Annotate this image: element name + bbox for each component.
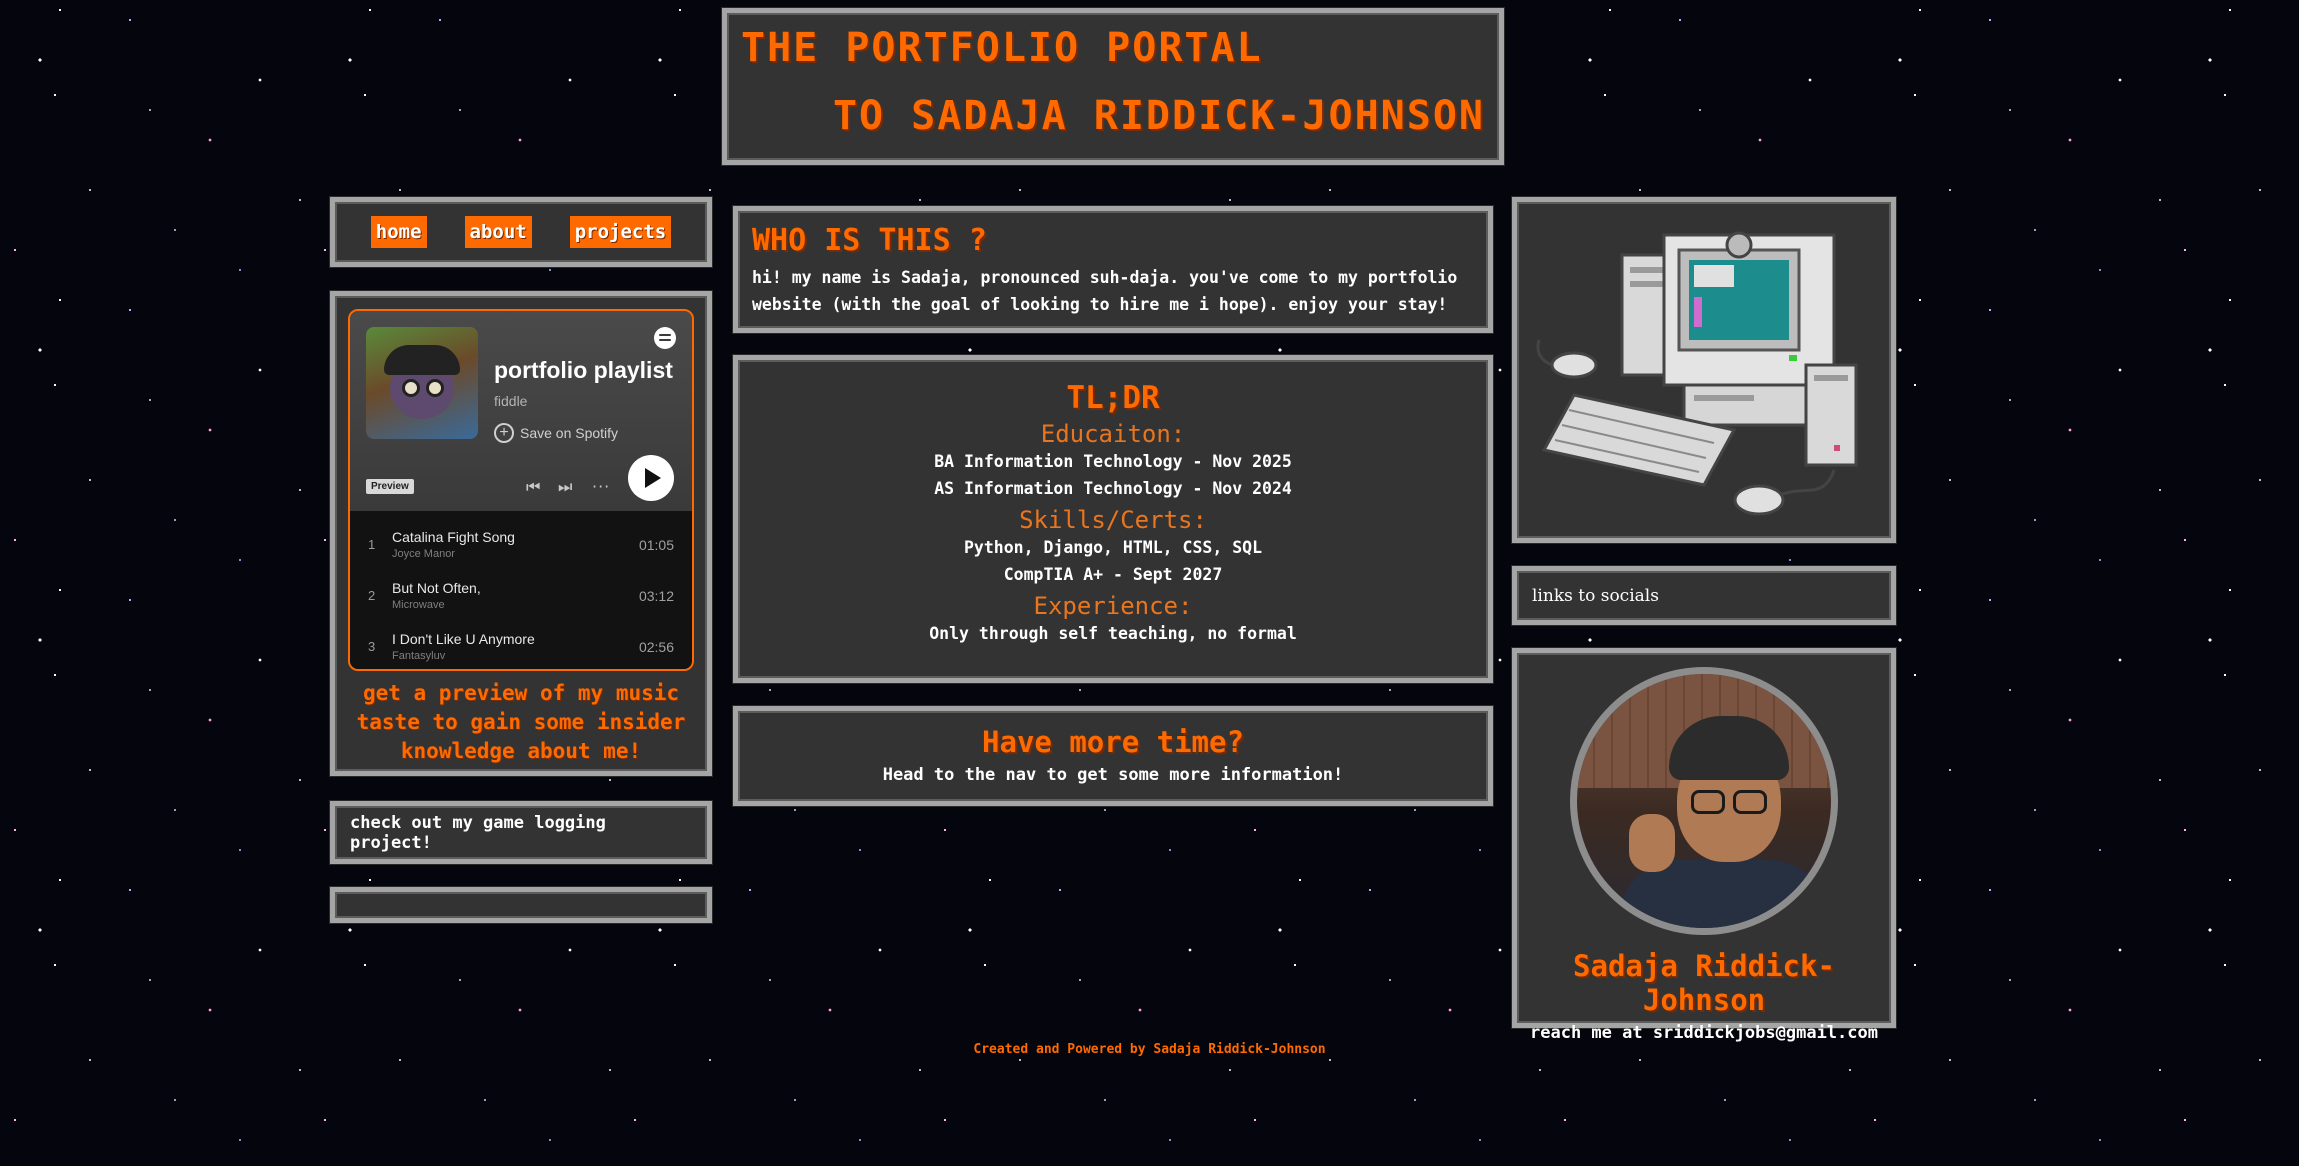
track-duration: 03:12 [638,587,674,604]
profile-card: Sadaja Riddick-Johnson reach me at sridd… [1512,648,1896,1043]
track-number: 3 [368,639,376,654]
track-artist: Fantasyluv [392,650,446,662]
nav-about-button[interactable]: about [464,216,532,248]
computer-illustration-panel [1512,197,1896,543]
track-duration: 02:56 [638,638,674,655]
music-panel: portfolio playlist fiddle + Save on Spot… [330,291,712,776]
playlist-cover-image [366,327,478,439]
site-header: THE PORTFOLIO PORTAL TO SADAJA RIDDICK-J… [722,8,1504,165]
game-project-label: check out my game logging project! [350,812,606,853]
retro-computer-icon [1536,231,1858,516]
playlist-owner[interactable]: fiddle [494,393,527,409]
socials-label: links to socials [1532,585,1659,606]
playlist-title[interactable]: portfolio playlist [494,357,673,384]
track-number: 2 [368,588,376,603]
save-on-spotify-label: Save on Spotify [520,425,619,441]
track-number: 1 [368,537,376,552]
contact-email[interactable]: reach me at sriddickjobs@gmail.com [1517,1023,1891,1043]
music-caption: get a preview of my music taste to gain … [356,681,686,763]
skills-heading: Skills/Certs: [1019,506,1207,534]
track-row[interactable]: 3 I Don't Like U Anymore Fantasyluv 02:5… [350,621,692,669]
who-text: hi! my name is Sadaja, pronounced suh-da… [752,268,1458,314]
tldr-section: TL;DR Educaiton: BA Information Technolo… [733,355,1493,683]
track-list: 1 Catalina Fight Song Joyce Manor 01:05 … [350,511,692,669]
more-text: Head to the nav to get some more informa… [882,765,1344,785]
experience-item: Only through self teaching, no formal [929,624,1297,643]
game-project-link[interactable]: check out my game logging project! [330,801,712,864]
track-artist: Joyce Manor [392,548,455,560]
track-name: Catalina Fight Song [392,529,515,545]
education-item: BA Information Technology - Nov 2025 [934,452,1292,471]
skills-item: Python, Django, HTML, CSS, SQL [963,538,1262,557]
track-row[interactable]: 1 Catalina Fight Song Joyce Manor 01:05 [350,519,692,570]
empty-panel [330,887,712,923]
profile-name: Sadaja Riddick-Johnson [1573,949,1835,1017]
more-options-icon[interactable]: ··· [592,477,610,496]
nav-home-button[interactable]: home [370,216,427,248]
track-name: But Not Often, [392,580,481,596]
main-nav: home about projects [330,197,712,267]
track-duration: 01:05 [638,536,674,553]
tldr-heading: TL;DR [1066,380,1160,416]
track-name: I Don't Like U Anymore [392,631,535,647]
who-section: WHO IS THIS ? hi! my name is Sadaja, pro… [733,206,1493,333]
spotify-embed[interactable]: portfolio playlist fiddle + Save on Spot… [348,309,694,671]
education-item: AS Information Technology - Nov 2024 [934,479,1292,498]
more-info-section: Have more time? Head to the nav to get s… [733,706,1493,806]
site-title-line-2: TO SADAJA RIDDICK-JOHNSON [832,93,1485,139]
save-on-spotify-button[interactable]: + Save on Spotify [494,423,618,443]
footer-credit: Created and Powered by Sadaja Riddick-Jo… [973,1042,1326,1057]
plus-circle-icon: + [494,423,514,443]
skills-item: CompTIA A+ - Sept 2027 [1003,565,1223,584]
who-heading: WHO IS THIS ? [752,223,987,258]
track-artist: Microwave [392,599,445,611]
profile-photo [1570,667,1838,935]
play-button[interactable] [628,455,674,501]
track-row[interactable]: 2 But Not Often, Microwave 03:12 [350,570,692,621]
site-title-line-1: THE PORTFOLIO PORTAL [741,25,1263,71]
more-heading: Have more time? [982,725,1244,759]
nav-projects-button[interactable]: projects [569,216,672,248]
preview-badge: Preview [366,479,414,494]
next-track-icon[interactable]: ⏭ [558,477,572,497]
previous-track-icon[interactable]: ⏮ [526,477,540,497]
socials-link[interactable]: links to socials [1512,566,1896,625]
experience-heading: Experience: [1033,592,1193,620]
education-heading: Educaiton: [1040,420,1186,448]
spotify-logo-icon[interactable] [654,327,676,349]
